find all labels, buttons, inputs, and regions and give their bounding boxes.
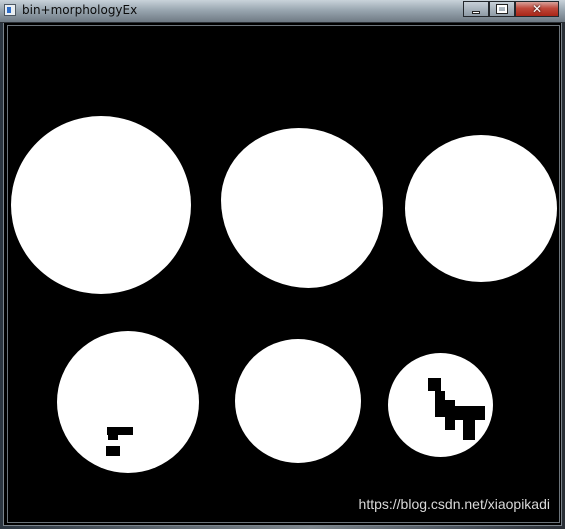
blob-bottom-middle <box>235 339 361 463</box>
blob-top-left <box>11 116 191 294</box>
blob-bottom-left-hole-3 <box>106 446 120 456</box>
blob-bottom-right-hole-4 <box>455 406 485 420</box>
blob-top-middle <box>221 128 383 288</box>
app-icon <box>4 4 16 16</box>
title-bar[interactable]: bin+morphologyEx ✕ <box>0 0 565 23</box>
close-icon: ✕ <box>531 2 543 16</box>
blob-bottom-right-hole-2 <box>435 391 445 417</box>
blob-bottom-right-hole-5 <box>463 420 475 440</box>
blob-bottom-left-hole-2 <box>108 435 118 440</box>
window-title: bin+morphologyEx <box>22 3 138 17</box>
client-area: https://blog.csdn.net/xiaopikadi <box>3 23 562 526</box>
minimize-button[interactable] <box>463 1 489 17</box>
blob-top-right <box>405 135 557 282</box>
blob-bottom-right-hole-3 <box>445 400 455 430</box>
window: bin+morphologyEx ✕ https://blog.csdn.net… <box>0 0 565 529</box>
close-button[interactable]: ✕ <box>515 1 559 17</box>
blob-bottom-right-hole-1 <box>428 378 441 391</box>
minimize-icon <box>472 10 480 14</box>
blob-bottom-left-hole-1 <box>107 427 133 435</box>
maximize-button[interactable] <box>489 1 515 17</box>
maximize-icon <box>496 4 508 14</box>
blob-bottom-left <box>57 331 199 473</box>
watermark: https://blog.csdn.net/xiaopikadi <box>358 496 550 512</box>
image-canvas: https://blog.csdn.net/xiaopikadi <box>7 25 560 523</box>
window-controls: ✕ <box>463 0 559 18</box>
